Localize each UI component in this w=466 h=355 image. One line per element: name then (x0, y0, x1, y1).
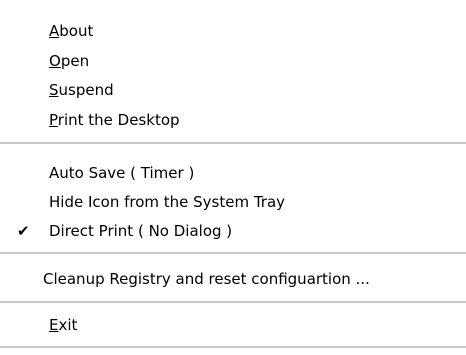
checkmark-icon: ✔ (17, 222, 30, 240)
access-key: S (49, 81, 59, 99)
menu-separator (0, 142, 466, 145)
menu-item-print-desktop[interactable]: Print the Desktop (0, 103, 466, 137)
menu-item-about[interactable]: About (0, 14, 466, 48)
menu-item-label: Exit (49, 308, 77, 342)
menu-separator (0, 346, 466, 349)
label-text: uspend (58, 81, 114, 99)
access-key: P (49, 111, 58, 129)
menu-item-label: Print the Desktop (49, 103, 180, 137)
access-key: O (49, 52, 61, 70)
menu-item-cleanup-registry[interactable]: Cleanup Registry and reset configuartion… (0, 262, 466, 296)
menu-item-label: About (49, 14, 93, 48)
label-text: pen (60, 52, 90, 70)
menu-item-label: Suspend (49, 73, 114, 107)
menu-separator (0, 301, 466, 304)
menu-item-label: Direct Print ( No Dialog ) (49, 222, 233, 240)
menu-item-exit[interactable]: Exit (0, 308, 466, 342)
label-text: bout (59, 22, 94, 40)
context-menu: About Open Suspend Print the Desktop Aut… (0, 0, 466, 355)
menu-item-direct-print[interactable]: ✔ Direct Print ( No Dialog ) (0, 214, 466, 248)
access-key: A (49, 22, 60, 40)
label-text: rint the Desktop (57, 111, 180, 129)
menu-separator (0, 252, 466, 255)
menu-item-suspend[interactable]: Suspend (0, 73, 466, 107)
menu-item-label: Cleanup Registry and reset configuartion… (43, 270, 370, 288)
label-text: xit (58, 316, 78, 334)
